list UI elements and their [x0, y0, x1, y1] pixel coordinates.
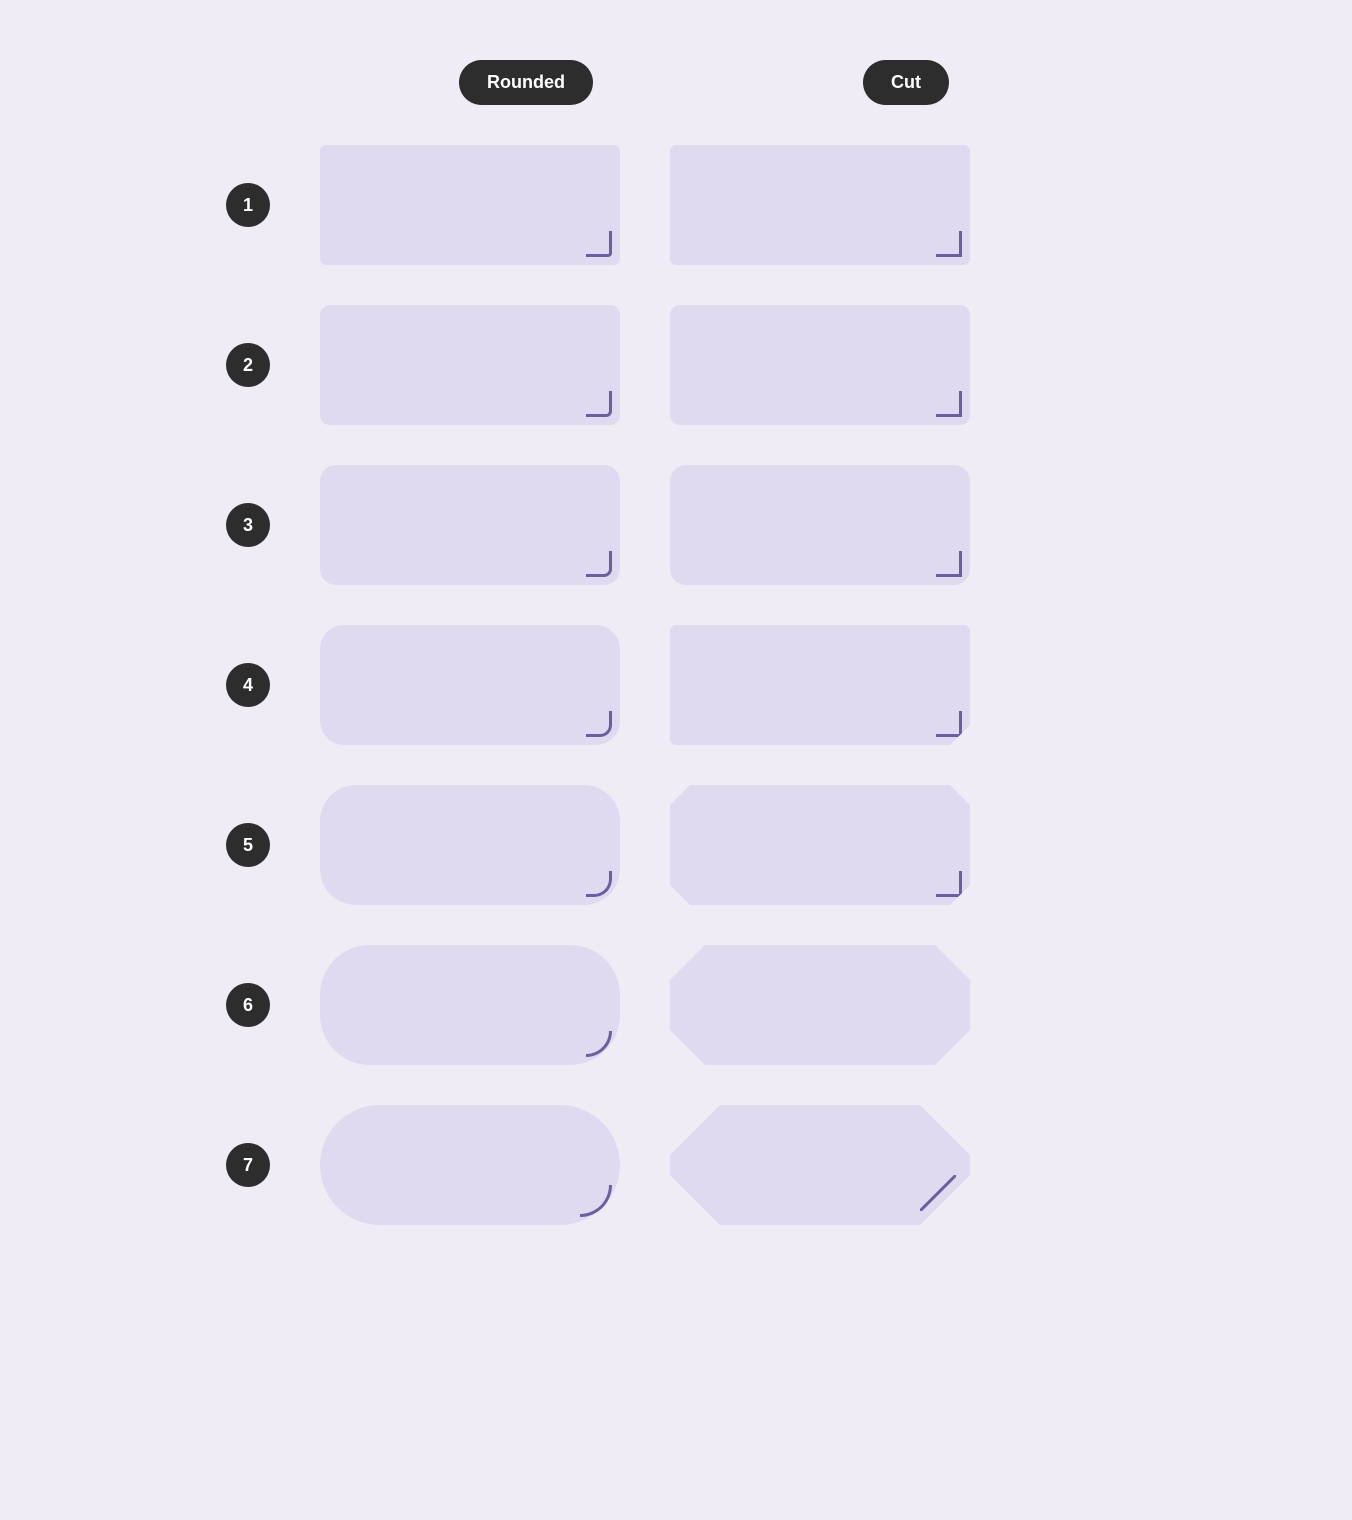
row-number-2: 2 [226, 343, 270, 387]
corner-indicator-r1 [586, 231, 612, 257]
shapes-pair-1 [320, 145, 1126, 265]
cut-card-2 [670, 305, 970, 425]
corner-indicator-c5 [936, 871, 962, 897]
cut-card-1 [670, 145, 970, 265]
corner-indicator-r2 [586, 391, 612, 417]
corner-indicator-r3 [586, 551, 612, 577]
row-2: 2 [226, 305, 1126, 425]
row-5: 5 [226, 785, 1126, 905]
cut-badge: Cut [863, 60, 949, 105]
shapes-pair-2 [320, 305, 1126, 425]
row-4: 4 [226, 625, 1126, 745]
cut-card-7 [670, 1105, 970, 1225]
row-number-6: 6 [226, 983, 270, 1027]
shapes-pair-7 [320, 1105, 1126, 1225]
corner-indicator-r7 [580, 1185, 612, 1217]
corner-indicator-r4 [586, 711, 612, 737]
shapes-pair-5 [320, 785, 1126, 905]
corner-indicator-c7 [920, 1175, 956, 1211]
rounded-card-5 [320, 785, 620, 905]
shapes-pair-6 [320, 945, 1126, 1065]
cut-card-4 [670, 625, 970, 745]
cut-card-6 [670, 945, 970, 1065]
rows-container: 1 2 3 [226, 145, 1126, 1225]
cut-card-3 [670, 465, 970, 585]
rounded-card-3 [320, 465, 620, 585]
shapes-pair-3 [320, 465, 1126, 585]
row-number-4: 4 [226, 663, 270, 707]
rounded-card-7 [320, 1105, 620, 1225]
row-number-1: 1 [226, 183, 270, 227]
corner-indicator-c6 [932, 1027, 960, 1055]
row-6: 6 [226, 945, 1126, 1065]
row-number-7: 7 [226, 1143, 270, 1187]
rounded-card-2 [320, 305, 620, 425]
corner-indicator-c3 [936, 551, 962, 577]
rounded-card-1 [320, 145, 620, 265]
corner-indicator-r5 [586, 871, 612, 897]
corner-indicator-c2 [936, 391, 962, 417]
rounded-card-4 [320, 625, 620, 745]
corner-indicator-c4 [936, 711, 962, 737]
header-row: Rounded Cut [296, 60, 1056, 105]
row-number-3: 3 [226, 503, 270, 547]
row-3: 3 [226, 465, 1126, 585]
cut-card-5 [670, 785, 970, 905]
shapes-pair-4 [320, 625, 1126, 745]
rounded-card-6 [320, 945, 620, 1065]
row-1: 1 [226, 145, 1126, 265]
row-number-5: 5 [226, 823, 270, 867]
row-7: 7 [226, 1105, 1126, 1225]
corner-indicator-r6 [586, 1031, 612, 1057]
corner-indicator-c1 [936, 231, 962, 257]
rounded-badge: Rounded [459, 60, 593, 105]
